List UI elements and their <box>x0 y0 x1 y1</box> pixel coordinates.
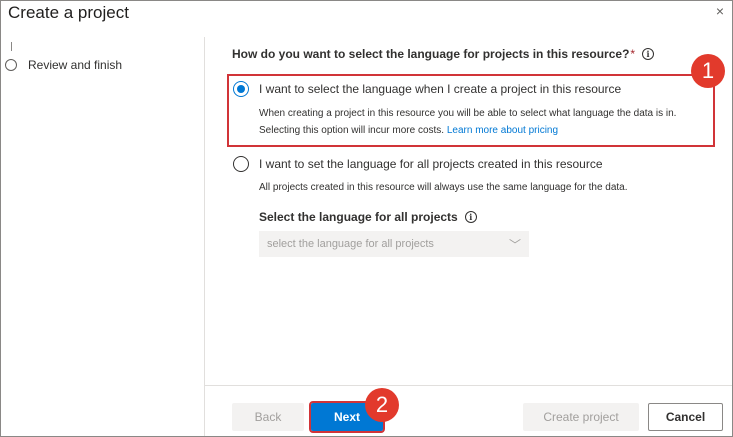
pricing-link[interactable]: Learn more about pricing <box>447 125 558 136</box>
annotation-badge-1: 1 <box>691 54 725 88</box>
dialog-title: Create a project <box>8 3 129 22</box>
info-icon[interactable]: i <box>642 48 655 60</box>
option-label-per-project[interactable]: I want to select the language when I cre… <box>259 82 621 96</box>
language-question: How do you want to select the language f… <box>232 47 655 61</box>
question-text: How do you want to select the language f… <box>232 47 630 61</box>
cancel-button[interactable]: Cancel <box>648 403 723 431</box>
back-button[interactable]: Back <box>232 403 304 431</box>
required-marker: * <box>630 47 636 61</box>
steps-sidebar: Review and finish <box>1 37 205 436</box>
radio-set-language-for-all[interactable] <box>233 156 249 172</box>
annotation-badge-2: 2 <box>365 388 399 422</box>
chevron-down-icon: ﹀ <box>508 237 521 252</box>
option-description-per-project: When creating a project in this resource… <box>259 105 676 139</box>
language-select-label-text: Select the language for all projects <box>259 210 458 224</box>
sidebar-step-review-and-finish[interactable]: Review and finish <box>5 58 122 72</box>
step-circle-icon <box>5 59 17 71</box>
close-icon[interactable]: × <box>716 3 724 19</box>
option-description-all-projects: All projects created in this resource wi… <box>259 182 628 193</box>
step-label: Review and finish <box>28 58 123 72</box>
create-project-dialog: Create a project × Review and finish How… <box>0 0 733 437</box>
create-project-button[interactable]: Create project <box>523 403 639 431</box>
main-content: How do you want to select the language f… <box>205 37 732 385</box>
language-dropdown[interactable]: select the language for all projects ﹀ <box>259 231 529 257</box>
dropdown-placeholder: select the language for all projects <box>267 238 434 250</box>
language-select-label: Select the language for all projects i <box>259 210 477 224</box>
option-label-all-projects[interactable]: I want to set the language for all proje… <box>259 157 603 171</box>
info-icon[interactable]: i <box>464 211 477 223</box>
step-connector <box>11 42 12 51</box>
radio-select-language-per-project[interactable] <box>233 81 249 97</box>
cost-note: Selecting this option will incur more co… <box>259 125 445 136</box>
description-line: When creating a project in this resource… <box>259 108 677 119</box>
dialog-footer: Back Next Create project Cancel 2 <box>205 385 732 436</box>
description-line: Selecting this option will incur more co… <box>259 122 676 139</box>
